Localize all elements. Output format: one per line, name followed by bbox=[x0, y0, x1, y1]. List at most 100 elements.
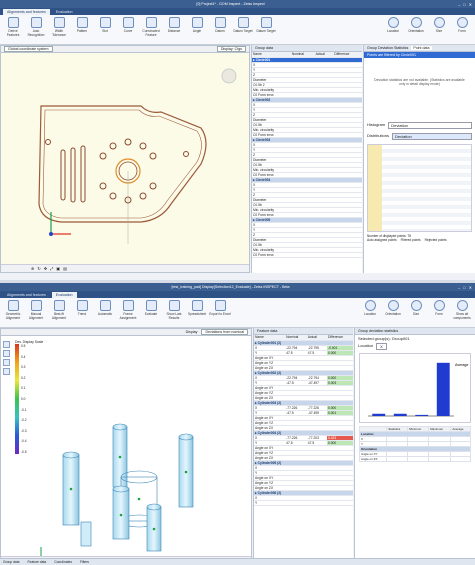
maximize-icon[interactable]: □ bbox=[463, 2, 465, 7]
zoom-icon[interactable]: ⊕ bbox=[31, 266, 34, 271]
deviation-tabs: Group Deviation Statistics Point data bbox=[364, 45, 475, 52]
view-toolbar: ⊕ ↻ ✥ ⤢ ▣ ▤ bbox=[1, 264, 249, 272]
auto-assigned[interactable]: Auto assigned points bbox=[367, 238, 397, 242]
tab-evaluation[interactable]: Evaluation bbox=[52, 9, 77, 15]
cell-name: Y bbox=[254, 500, 286, 506]
orientation-button[interactable]: Orientation bbox=[405, 17, 427, 44]
location-select[interactable]: X bbox=[376, 343, 387, 350]
tab-point-data[interactable]: Point data bbox=[411, 46, 432, 50]
distributions-select[interactable]: Deviation bbox=[392, 133, 472, 140]
cylinders-drawing bbox=[40, 423, 194, 557]
ribbon-label: Best-fit Alignment bbox=[51, 312, 67, 320]
tab-group-deviation[interactable]: Group Deviation Statistics bbox=[367, 46, 408, 50]
size-button[interactable]: Size bbox=[405, 300, 427, 327]
ribbon-2: Geometric Alignment Manual Alignment Best-… bbox=[0, 298, 475, 328]
viewport-toolbar-2: Display Deviations from nominal bbox=[1, 329, 251, 336]
evaluate-button[interactable]: Evaluate bbox=[140, 300, 162, 327]
pattern-button[interactable]: Pattern bbox=[71, 17, 93, 44]
form-button[interactable]: Form bbox=[451, 17, 473, 44]
ribbon-label: Spreadsheet bbox=[187, 312, 207, 316]
distance-button[interactable]: Distance bbox=[163, 17, 185, 44]
frame-button[interactable]: Frame Assignment bbox=[117, 300, 139, 327]
target-button[interactable]: Datum Target bbox=[232, 17, 254, 44]
title-bar: [0] Project1* - GOM Inspect - Zeiss Insp… bbox=[0, 0, 475, 8]
bestfit-icon bbox=[53, 300, 65, 311]
show-all-components-icon bbox=[456, 300, 468, 311]
display-mode-select[interactable]: Deviations from nominal bbox=[201, 329, 248, 335]
tab-evaluation-2[interactable]: Evaluation bbox=[51, 292, 77, 298]
ribbon-label: Orientation bbox=[408, 29, 424, 33]
cs-selector[interactable]: Global coordinate system bbox=[4, 46, 53, 52]
minimize-icon[interactable]: – bbox=[458, 285, 460, 290]
size-button[interactable]: Size bbox=[428, 17, 450, 44]
view-top-icon[interactable]: ▤ bbox=[63, 266, 67, 271]
derive-button[interactable]: Derive Features bbox=[2, 17, 24, 44]
sheet-button[interactable]: Spreadsheet bbox=[186, 300, 208, 327]
bar bbox=[372, 413, 386, 416]
ribbon-label: Distance bbox=[167, 29, 181, 33]
excel-button[interactable]: Export to Excel bbox=[209, 300, 231, 327]
stat-row[interactable]: Angle on ZX bbox=[358, 456, 471, 462]
location-button[interactable]: Location bbox=[382, 17, 404, 44]
point-list[interactable] bbox=[367, 144, 472, 232]
status-filters[interactable]: Filters bbox=[80, 560, 89, 564]
filtered-points[interactable]: Filtered points bbox=[401, 238, 421, 242]
feature-data-panel: Feature data Name Nominal Actual Difference… bbox=[253, 328, 353, 558]
stat-cell bbox=[450, 456, 471, 462]
display-selector[interactable]: Display: Cfgs bbox=[216, 46, 246, 52]
auto-button[interactable]: Auto Recognition bbox=[25, 17, 47, 44]
statistics-title: Group deviation statistics bbox=[355, 328, 475, 335]
ribbon-label: Export to Excel bbox=[209, 312, 231, 316]
close-icon[interactable]: ✕ bbox=[469, 285, 472, 290]
ribbon-tabs: Alignments and features Evaluation bbox=[0, 8, 475, 15]
rejected-points[interactable]: Rejected points bbox=[425, 238, 447, 242]
form-button[interactable]: Form bbox=[428, 300, 450, 327]
view-front-icon[interactable]: ▣ bbox=[56, 266, 60, 271]
point-index-column bbox=[368, 145, 382, 231]
3d-viewport-2[interactable]: Display Deviations from nominal Dev. Dis… bbox=[0, 328, 252, 565]
ribbon-label: Frame Assignment bbox=[119, 312, 137, 320]
pan-icon[interactable]: ✥ bbox=[44, 266, 47, 271]
status-coordinates[interactable]: Coordinates bbox=[54, 560, 72, 564]
close-icon[interactable]: ✕ bbox=[469, 2, 472, 7]
evaluate-icon bbox=[145, 300, 157, 311]
stat-cell: Angle on ZX bbox=[358, 456, 388, 462]
datum-icon bbox=[214, 17, 226, 28]
results-icon bbox=[168, 300, 180, 311]
trend-button[interactable]: Trend bbox=[71, 300, 93, 327]
location-button[interactable]: Location bbox=[359, 300, 381, 327]
table-row[interactable]: C0 Form error bbox=[252, 252, 362, 258]
angle-button[interactable]: Angle bbox=[186, 17, 208, 44]
automatic-button[interactable]: Automatic bbox=[94, 300, 116, 327]
target2-icon bbox=[260, 17, 272, 28]
ribbon-label: Orientation bbox=[385, 312, 401, 316]
tab-alignments-2[interactable]: Alignments and features bbox=[3, 292, 50, 298]
orientation-button[interactable]: Orientation bbox=[382, 300, 404, 327]
ribbon-label: Evaluate bbox=[144, 312, 158, 316]
width-button[interactable]: Width Tolerance bbox=[48, 17, 70, 44]
construct-button[interactable]: Constructed Feature bbox=[140, 17, 162, 44]
fit-icon[interactable]: ⤢ bbox=[50, 266, 53, 271]
geo-button[interactable]: Geometric Alignment bbox=[2, 300, 24, 327]
curve-button[interactable]: Curve bbox=[117, 17, 139, 44]
window-title-2: [test_training_pad] Display[Selection12_… bbox=[171, 285, 290, 289]
3d-viewport[interactable]: Global coordinate system Display: Cfgs ⊕… bbox=[0, 45, 250, 273]
width-icon bbox=[53, 17, 65, 28]
show-all-components-button[interactable]: Show all components bbox=[451, 300, 473, 327]
stat-cell bbox=[407, 456, 430, 462]
slot-button[interactable]: Slot bbox=[94, 17, 116, 44]
status-bar: Group data Feature data Coordinates Filt… bbox=[0, 558, 475, 565]
status-group-data[interactable]: Group data bbox=[3, 560, 20, 564]
results-button[interactable]: Show Last Results bbox=[163, 300, 185, 327]
table-row[interactable]: Y bbox=[254, 500, 353, 506]
rotate-icon[interactable]: ↻ bbox=[37, 266, 40, 271]
bestfit-button[interactable]: Best-fit Alignment bbox=[48, 300, 70, 327]
datum-button[interactable]: Datum bbox=[209, 17, 231, 44]
maximize-icon[interactable]: □ bbox=[463, 285, 465, 290]
histogram-select[interactable]: Deviation bbox=[388, 122, 472, 129]
target2-button[interactable]: Datum Target bbox=[255, 17, 277, 44]
manual-button[interactable]: Manual Alignment bbox=[25, 300, 47, 327]
tab-alignments[interactable]: Alignments and features bbox=[3, 9, 50, 15]
minimize-icon[interactable]: – bbox=[458, 2, 460, 7]
status-feature-data[interactable]: Feature data bbox=[28, 560, 47, 564]
